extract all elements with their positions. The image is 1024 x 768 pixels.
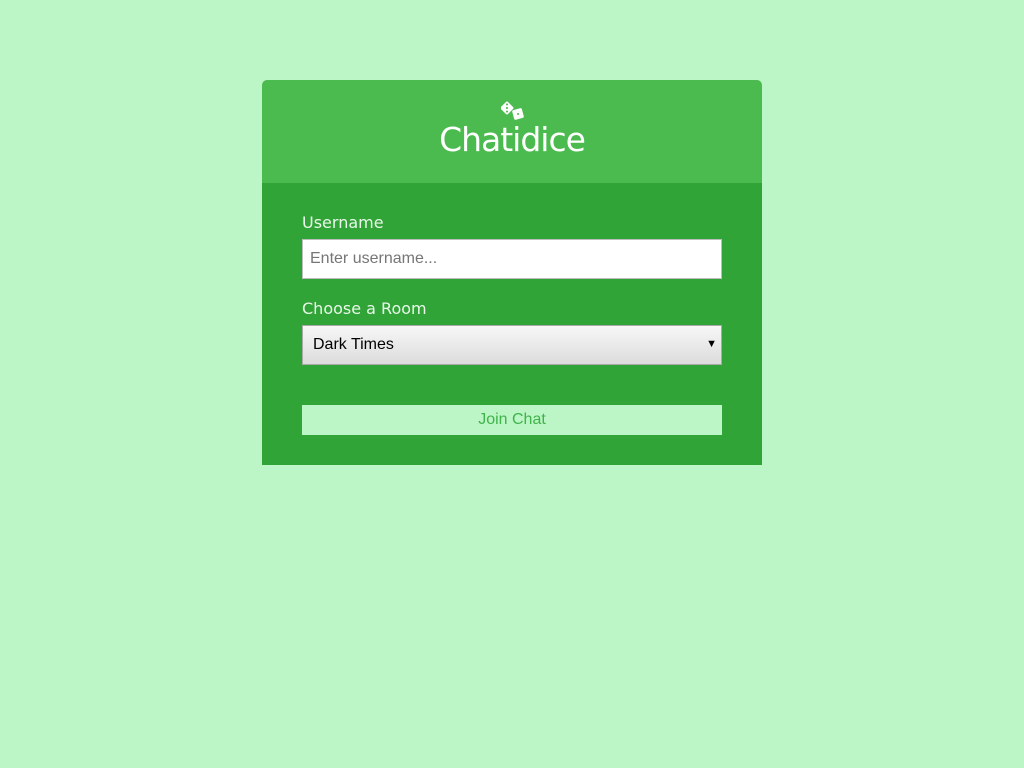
login-form: Username Choose a Room Dark Times ▼ Join… bbox=[262, 183, 762, 465]
username-label: Username bbox=[302, 213, 384, 232]
join-card: Chatidice Username Choose a Room Dark Ti… bbox=[262, 80, 762, 465]
username-input[interactable] bbox=[302, 239, 722, 279]
room-label: Choose a Room bbox=[302, 299, 427, 318]
app-title: Chatidice bbox=[439, 120, 586, 159]
room-select[interactable]: Dark Times ▼ bbox=[302, 325, 722, 365]
room-select-value: Dark Times bbox=[313, 336, 394, 353]
card-header: Chatidice bbox=[262, 80, 762, 183]
dropdown-arrow-icon: ▼ bbox=[706, 338, 717, 350]
join-chat-button[interactable]: Join Chat bbox=[302, 405, 722, 435]
dice-icon bbox=[500, 100, 525, 120]
